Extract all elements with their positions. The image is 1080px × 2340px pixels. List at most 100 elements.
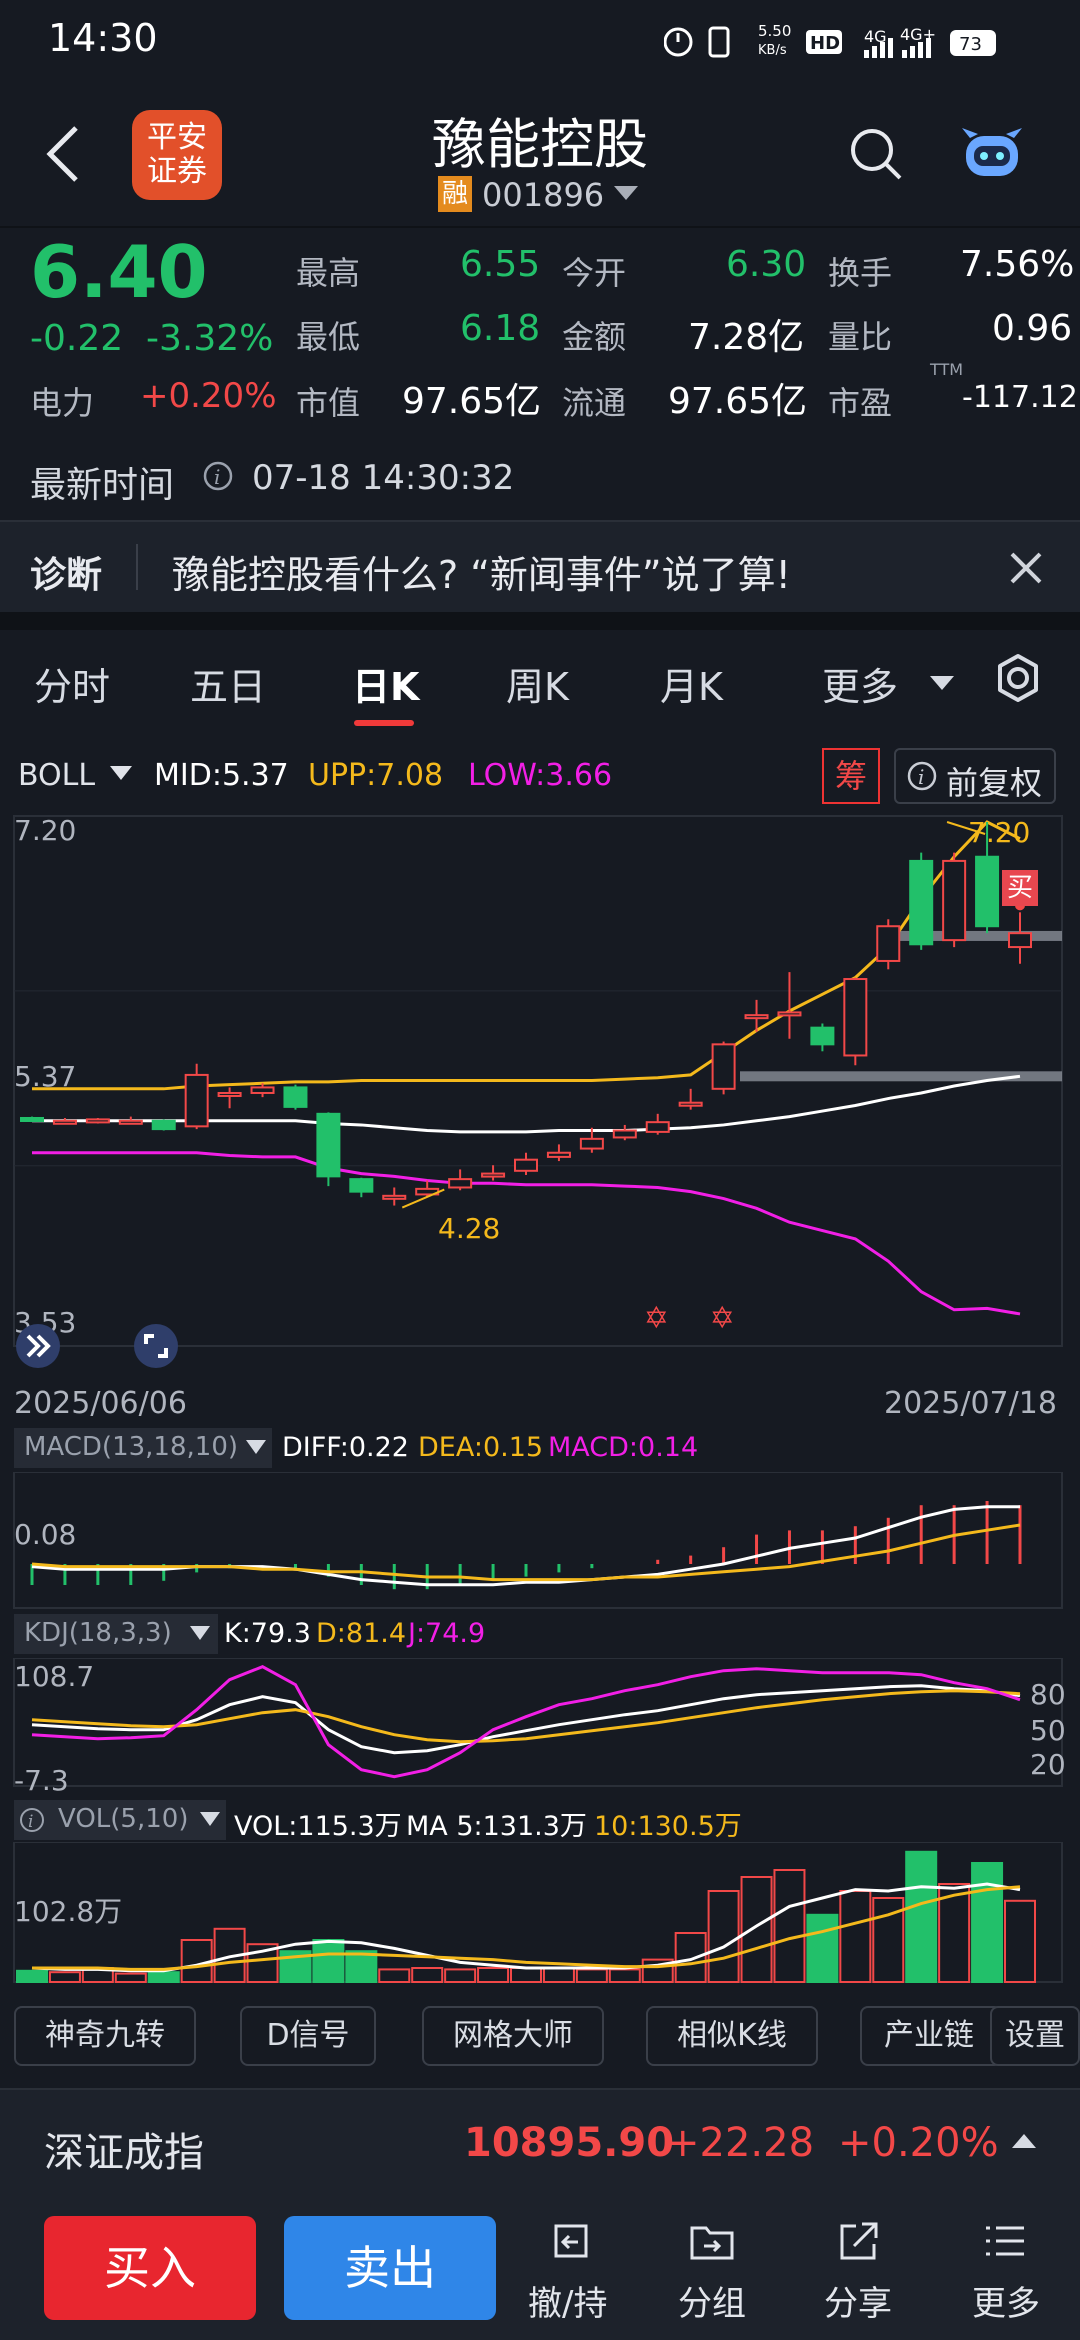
volume-bar: [147, 1971, 180, 1983]
close-icon[interactable]: [1008, 550, 1044, 586]
candle: [711, 1043, 736, 1090]
svg-text:HD: HD: [810, 33, 840, 54]
candle: [909, 859, 934, 946]
price-change: -0.22: [30, 318, 124, 359]
volume-bar: [971, 1862, 1004, 1983]
robot-assistant-icon[interactable]: [960, 126, 1024, 182]
tool-nine-turn[interactable]: 神奇九转: [14, 2006, 196, 2066]
menu-icon: [986, 2226, 1024, 2256]
svg-text:i: i: [214, 465, 220, 489]
volume-bar: [411, 1967, 444, 1983]
fullscreen-icon[interactable]: [132, 1322, 180, 1370]
group-button[interactable]: 分组: [664, 2210, 764, 2334]
chips-button[interactable]: 筹: [822, 748, 880, 804]
svg-text:i: i: [28, 1812, 33, 1832]
boll-indicator-selector[interactable]: BOLL: [18, 758, 95, 793]
tab-weekly-k[interactable]: 周K: [506, 656, 569, 711]
vol-dropdown-icon: [200, 1812, 220, 1826]
index-ticker[interactable]: 深证成指 10895.90 +22.28 +0.20%: [0, 2088, 1080, 2196]
candle: [481, 1172, 506, 1178]
tool-settings[interactable]: 设置: [990, 2006, 1080, 2066]
candle: [810, 1026, 835, 1046]
volume-bar: [839, 1890, 872, 1983]
tool-similar-k[interactable]: 相似K线: [646, 2006, 818, 2066]
macd-chart: [13, 1472, 1063, 1609]
kdj-y-bottom: -7.3: [14, 1764, 69, 1797]
macd-selector[interactable]: MACD(13,18,10): [14, 1428, 272, 1468]
folder-icon: [690, 2226, 734, 2260]
tab-daily-k[interactable]: 日K: [352, 656, 419, 711]
pe-label: 市盈: [828, 384, 893, 422]
status-bar: 14:30 5.50 KB/s HD 4G 4G+ 73: [0, 0, 1080, 80]
volume-bar: [16, 1969, 48, 1984]
macd-y-label: 0.08: [14, 1518, 77, 1551]
low-price-mark: 4.28: [438, 1212, 501, 1245]
boll-dropdown-icon[interactable]: [110, 766, 132, 782]
candle: [1008, 932, 1032, 949]
more-dropdown-icon[interactable]: [930, 676, 954, 692]
volume-bar: [312, 1939, 345, 1983]
adjust-mode-button[interactable]: i 前复权: [894, 748, 1056, 804]
volume-bar: [114, 1972, 147, 1984]
buy-button[interactable]: 买入: [44, 2216, 256, 2320]
volume-bar: [707, 1890, 740, 1983]
volume-bar: [905, 1850, 938, 1983]
vol-frame: [13, 1842, 1063, 1983]
kdj-selector[interactable]: KDJ(18,3,3): [14, 1614, 218, 1654]
svg-text:KB/s: KB/s: [758, 43, 787, 58]
index-name: 深证成指: [44, 2130, 204, 2176]
index-change: +22.28: [666, 2120, 815, 2166]
expand-panel-icon[interactable]: [14, 1322, 62, 1370]
svg-text:5.50: 5.50: [758, 22, 791, 40]
diagnosis-banner[interactable]: 诊断 豫能控股看什么? “新闻事件”说了算!: [0, 520, 1080, 614]
expand-up-icon[interactable]: [1012, 2134, 1036, 2150]
kdj-j-line: [31, 1665, 1021, 1779]
kdj-k: K:79.3: [224, 1618, 311, 1649]
sector-name[interactable]: 电力: [30, 378, 94, 424]
tab-intraday[interactable]: 分时: [34, 656, 110, 711]
info-icon[interactable]: i: [202, 460, 234, 492]
kdj-50: 50: [1030, 1714, 1066, 1747]
stock-name: 豫能控股: [432, 113, 648, 176]
last-price: 6.40: [30, 230, 208, 314]
open-value: 6.30: [726, 244, 807, 285]
diagnosis-text[interactable]: 豫能控股看什么? “新闻事件”说了算!: [172, 544, 791, 599]
tab-five-day[interactable]: 五日: [190, 656, 266, 711]
volume-bar: [1004, 1899, 1036, 1983]
more-menu-button[interactable]: 更多: [958, 2210, 1058, 2334]
status-time: 14:30: [48, 16, 158, 60]
y-axis-top: 7.20: [14, 814, 77, 847]
search-icon[interactable]: [848, 126, 904, 182]
amount-value: 7.28亿: [688, 317, 805, 358]
candle: [612, 1129, 637, 1139]
sell-button[interactable]: 卖出: [284, 2216, 496, 2320]
kline-chart[interactable]: ✡ ✡: [0, 812, 1080, 1372]
volume-bar: [575, 1968, 608, 1984]
candle: [744, 1014, 769, 1020]
code-dropdown-icon[interactable]: [614, 186, 638, 202]
volume-bar: [510, 1967, 542, 1983]
volume-bar: [48, 1971, 81, 1983]
settings-gear-icon[interactable]: [992, 652, 1044, 704]
tab-monthly-k[interactable]: 月K: [660, 656, 723, 711]
candle: [184, 1073, 209, 1128]
macd-diff: DIFF:0.22: [282, 1432, 409, 1463]
kdj-j: J:74.9: [408, 1618, 486, 1649]
share-button[interactable]: 分享: [810, 2210, 910, 2334]
tool-d-signal[interactable]: D信号: [240, 2006, 376, 2066]
macd-frame: [13, 1472, 1063, 1609]
high-value: 6.55: [460, 244, 541, 285]
candle: [250, 1086, 275, 1094]
margin-badge: 融: [438, 176, 472, 212]
vol-selector[interactable]: i VOL(5,10): [14, 1800, 226, 1840]
tool-grid-master[interactable]: 网格大师: [422, 2006, 604, 2066]
tab-more[interactable]: 更多: [822, 656, 898, 711]
cancel-hold-button[interactable]: 撤/持: [516, 2210, 624, 2334]
date-start: 2025/06/06: [14, 1386, 187, 1421]
open-label: 今开: [562, 254, 627, 292]
buy-signal-tag[interactable]: 买: [1002, 870, 1038, 906]
market-cap-label: 市值: [296, 384, 361, 422]
macd-dropdown-icon: [246, 1440, 266, 1454]
tool-industry-chain[interactable]: 产业链: [860, 2006, 1002, 2066]
latest-time-value: 07-18 14:30:32: [252, 458, 515, 498]
